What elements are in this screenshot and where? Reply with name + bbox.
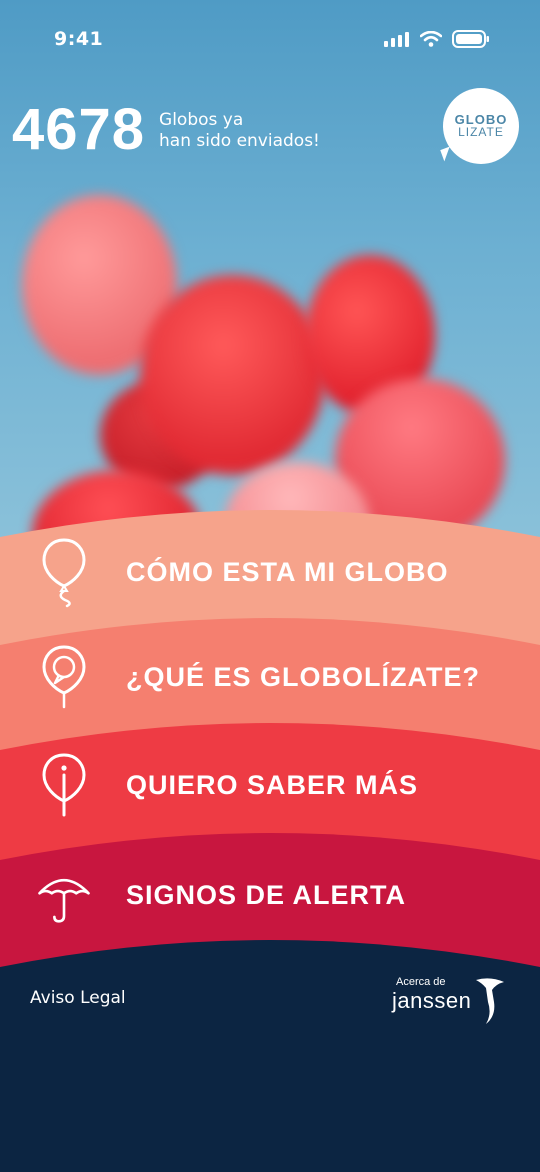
umbrella-icon <box>36 859 92 931</box>
menu-label: ¿QUÉ ES GLOBOLÍZATE? <box>126 661 480 692</box>
globolizate-logo: GLOBO LIZATE <box>443 88 519 164</box>
menu-label: CÓMO ESTA MI GLOBO <box>126 556 449 587</box>
status-icons <box>384 30 490 52</box>
wifi-icon <box>419 30 443 51</box>
status-time: 9:41 <box>54 28 104 50</box>
menu-item-signos-de-alerta[interactable]: SIGNOS DE ALERTA <box>0 850 540 940</box>
janssen-caption: Acerca de <box>396 976 446 988</box>
janssen-link[interactable]: Acerca de janssen <box>392 972 512 1028</box>
balloon-speech-icon <box>36 641 92 713</box>
menu-label: QUIERO SABER MÁS <box>126 769 419 800</box>
counter-caption: Globos ya han sido enviados! <box>159 110 320 152</box>
status-bar: 9:41 <box>0 0 540 80</box>
menu-item-que-es-globolizate[interactable]: ¿QUÉ ES GLOBOLÍZATE? <box>0 632 540 722</box>
logo-text-line2: LIZATE <box>458 125 504 139</box>
info-balloon-icon <box>36 749 92 821</box>
janssen-logo-text: janssen <box>392 988 472 1013</box>
battery-icon <box>452 30 490 52</box>
counter-value: 4678 <box>12 97 146 162</box>
hero-image <box>0 0 540 560</box>
counter-caption-line2: han sido enviados! <box>159 130 320 151</box>
menu-item-quiero-saber-mas[interactable]: QUIERO SABER MÁS <box>0 740 540 830</box>
balloon-shape <box>140 275 325 475</box>
balloon-icon <box>36 536 92 608</box>
menu-label: SIGNOS DE ALERTA <box>126 879 407 910</box>
janssen-logo-icon <box>472 974 508 1030</box>
balloons-counter: 4678 Globos ya han sido enviados! <box>12 96 320 163</box>
signal-icon <box>384 31 410 51</box>
menu-item-como-esta-mi-globo[interactable]: CÓMO ESTA MI GLOBO <box>0 527 540 617</box>
counter-caption-line1: Globos ya <box>159 109 244 130</box>
aviso-legal-link[interactable]: Aviso Legal <box>30 988 126 1008</box>
